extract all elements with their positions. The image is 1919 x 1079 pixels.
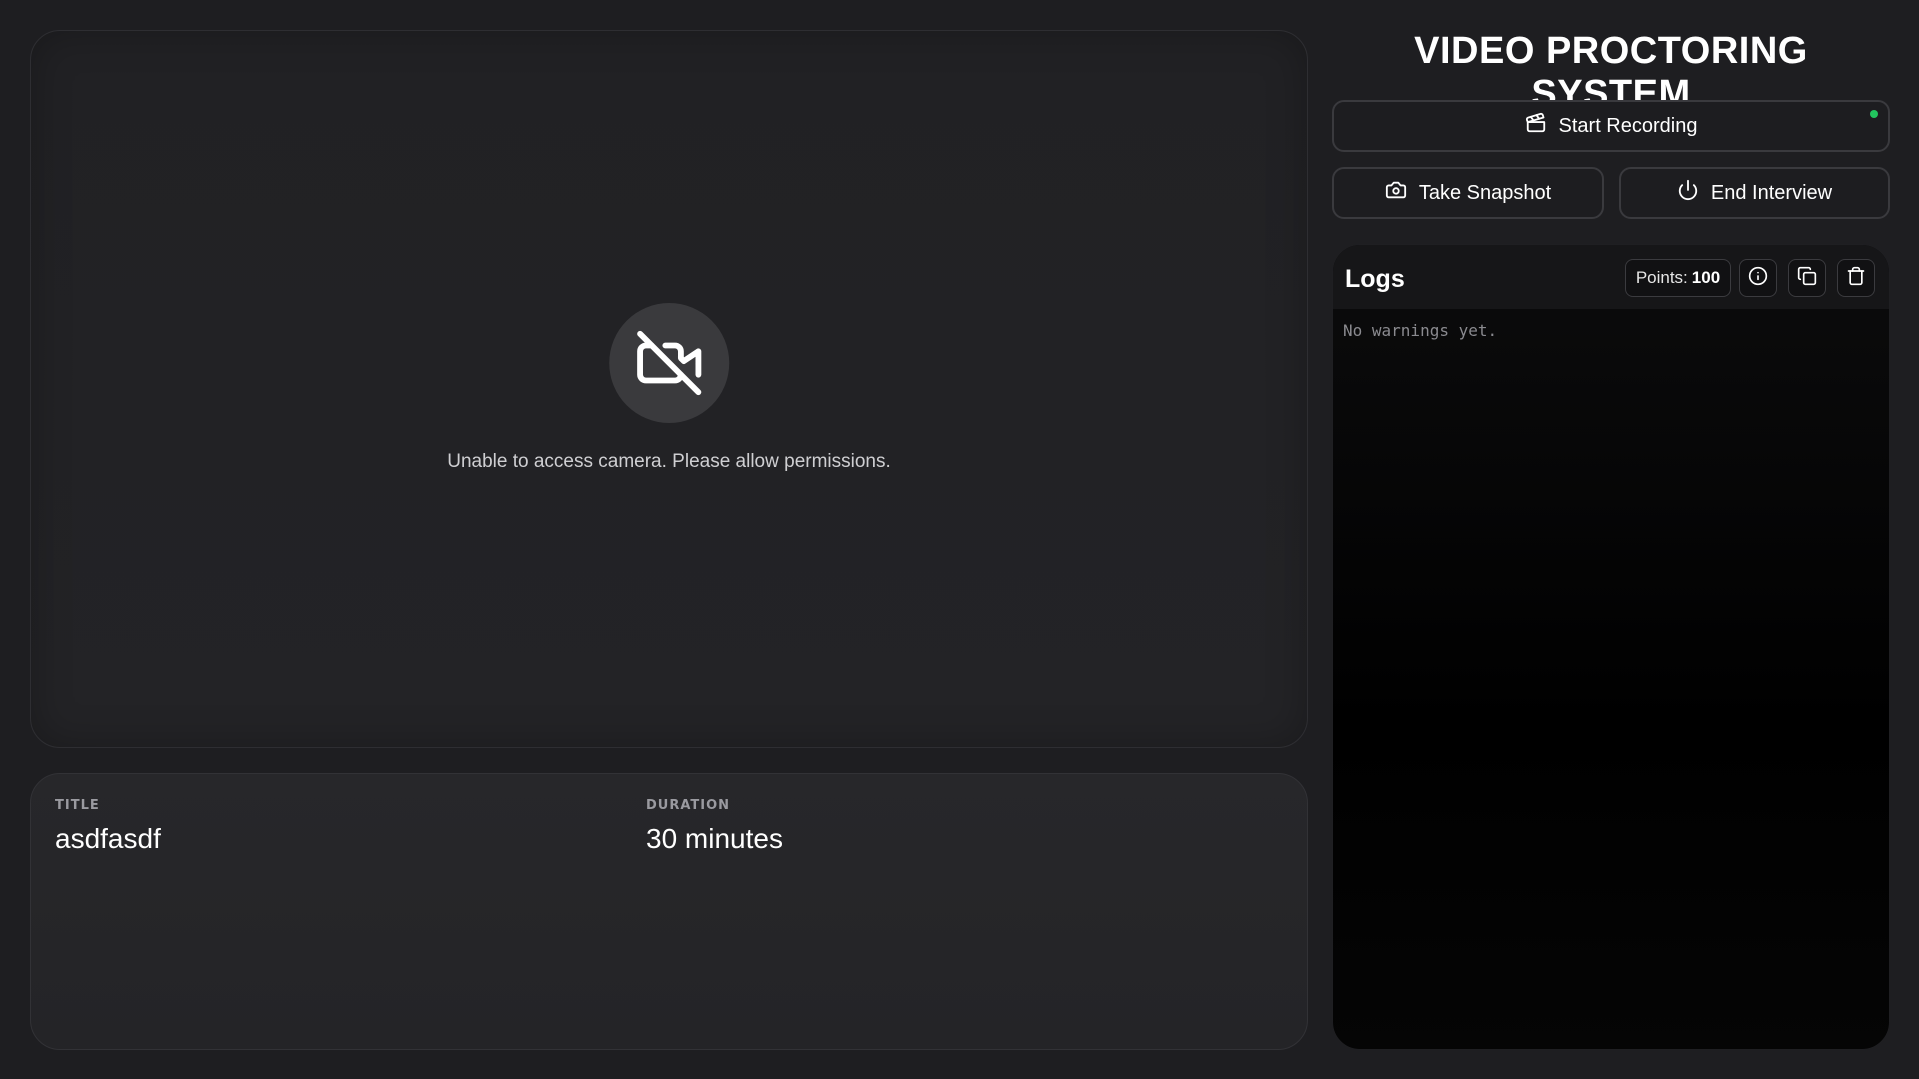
- title-label: TITLE: [55, 798, 100, 813]
- video-off-icon: [609, 303, 729, 423]
- status-indicator: [1870, 110, 1878, 118]
- clapperboard-icon: [1525, 112, 1547, 140]
- end-interview-button[interactable]: End Interview: [1619, 167, 1890, 219]
- info-button[interactable]: [1739, 259, 1777, 297]
- points-label: Points:: [1635, 268, 1688, 287]
- start-recording-button[interactable]: Start Recording: [1332, 100, 1890, 152]
- logs-panel: Logs Points: 100 No warnings yet.: [1332, 244, 1890, 1050]
- points-badge: Points: 100: [1625, 259, 1731, 297]
- power-icon: [1677, 179, 1699, 207]
- info-icon: [1748, 266, 1768, 291]
- clear-logs-button[interactable]: [1837, 259, 1875, 297]
- camera-icon: [1385, 179, 1407, 207]
- app-root: Unable to access camera. Please allow pe…: [0, 0, 1919, 1079]
- take-snapshot-label: Take Snapshot: [1418, 181, 1552, 204]
- copy-icon: [1797, 266, 1817, 291]
- duration-label: DURATION: [646, 798, 731, 813]
- camera-error-message: Unable to access camera. Please allow pe…: [447, 451, 891, 472]
- video-panel: Unable to access camera. Please allow pe…: [30, 30, 1308, 748]
- take-snapshot-button[interactable]: Take Snapshot: [1332, 167, 1604, 219]
- logs-header: Logs Points: 100: [1333, 245, 1889, 309]
- start-recording-label: Start Recording: [1558, 114, 1698, 137]
- interview-info-panel: TITLE asdfasdf DURATION 30 minutes: [30, 773, 1308, 1050]
- logs-title: Logs: [1345, 265, 1405, 293]
- end-interview-label: End Interview: [1710, 181, 1833, 204]
- title-field: TITLE asdfasdf: [55, 798, 161, 855]
- title-value: asdfasdf: [55, 823, 161, 854]
- logs-empty-message: No warnings yet.: [1343, 321, 1498, 340]
- copy-logs-button[interactable]: [1788, 259, 1826, 297]
- camera-status: Unable to access camera. Please allow pe…: [447, 303, 891, 473]
- duration-value: 30 minutes: [646, 823, 783, 854]
- points-value: 100: [1691, 268, 1721, 287]
- trash-icon: [1846, 266, 1866, 291]
- duration-field: DURATION 30 minutes: [646, 798, 783, 855]
